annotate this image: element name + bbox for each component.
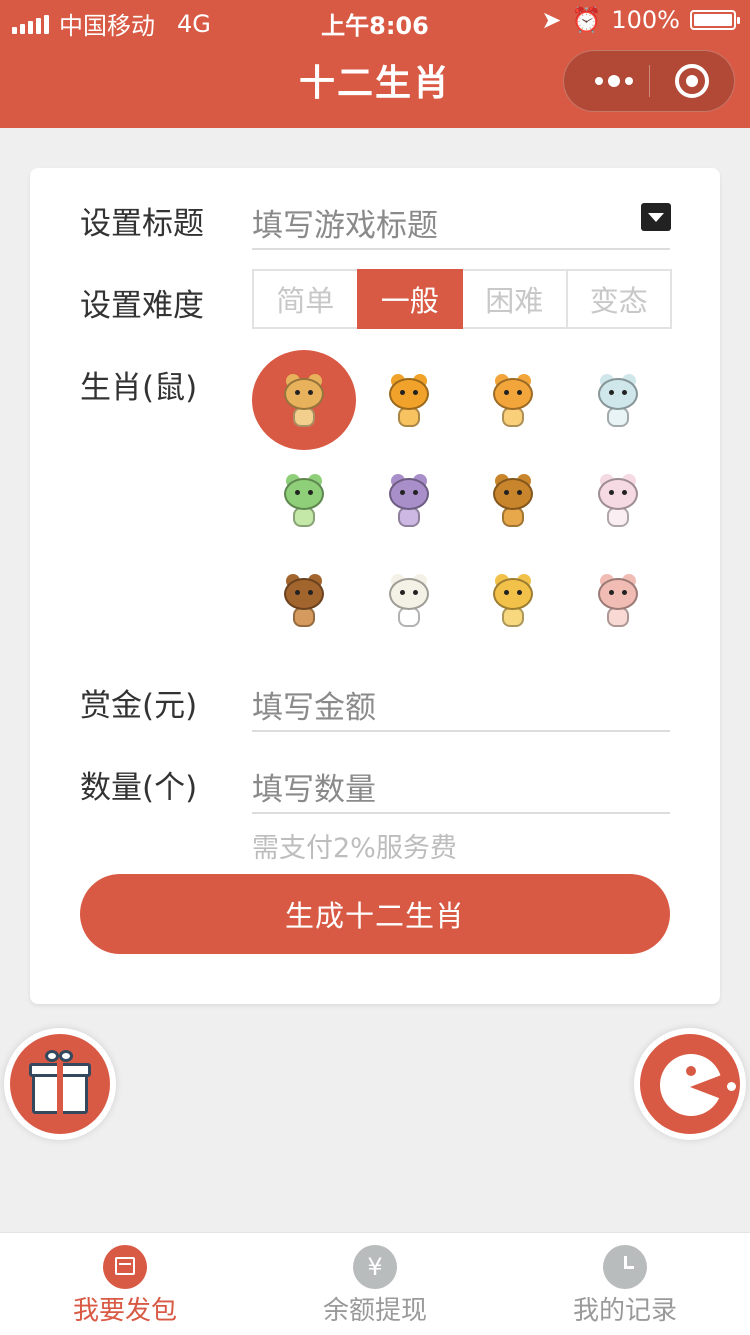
difficulty-option-hard[interactable]: 困难 xyxy=(461,269,568,329)
clock-icon xyxy=(603,1245,647,1289)
tab-send-packet[interactable]: 我要发包 xyxy=(0,1233,250,1335)
difficulty-selector: 简单 一般 困难 变态 xyxy=(252,269,672,329)
gift-button[interactable] xyxy=(4,1028,116,1140)
zodiac-option[interactable] xyxy=(461,350,565,450)
zodiac-option[interactable] xyxy=(566,450,670,550)
difficulty-option-normal[interactable]: 一般 xyxy=(356,269,463,329)
snake-icon xyxy=(385,472,433,528)
zodiac-label: 生肖(鼠) xyxy=(80,370,198,406)
zodiac-option[interactable] xyxy=(566,350,670,450)
status-bar: 中国移动 4G 上午8:06 ➤ ⏰ 100% xyxy=(0,0,750,40)
dog-icon xyxy=(489,572,537,628)
zodiac-option[interactable] xyxy=(357,550,461,650)
reward-input-underline xyxy=(252,730,670,732)
zodiac-option[interactable] xyxy=(357,350,461,450)
tab-label: 我要发包 xyxy=(72,1296,177,1326)
yen-icon: ¥ xyxy=(353,1245,397,1289)
title-input[interactable]: 填写游戏标题 xyxy=(252,200,438,245)
monkey-icon xyxy=(280,572,328,628)
tab-bar: 我要发包 ¥ 余额提现 我的记录 xyxy=(0,1232,750,1335)
battery-icon xyxy=(690,10,740,30)
tab-records[interactable]: 我的记录 xyxy=(500,1233,750,1335)
difficulty-option-extreme[interactable]: 变态 xyxy=(565,269,672,329)
dragon-icon xyxy=(280,472,328,528)
battery-percent: 100% xyxy=(611,6,680,34)
tab-withdraw[interactable]: ¥ 余额提现 xyxy=(250,1233,500,1335)
title-label: 设置标题 xyxy=(80,206,204,242)
ox-icon xyxy=(385,372,433,428)
reward-label: 赏金(元) xyxy=(80,688,198,724)
zodiac-option[interactable] xyxy=(252,350,356,450)
count-input[interactable]: 填写数量 xyxy=(252,764,376,809)
location-arrow-icon: ➤ xyxy=(541,6,562,34)
capsule-divider xyxy=(649,65,650,97)
count-input-underline xyxy=(252,812,670,814)
calendar-icon xyxy=(103,1245,147,1289)
horse-icon xyxy=(489,472,537,528)
rat-icon xyxy=(280,372,328,428)
alarm-icon: ⏰ xyxy=(571,6,602,34)
tiger-icon xyxy=(489,372,537,428)
dropdown-arrow-icon[interactable] xyxy=(641,203,671,231)
more-icon[interactable] xyxy=(584,51,644,111)
zodiac-option[interactable] xyxy=(252,550,356,650)
zodiac-option[interactable] xyxy=(252,450,356,550)
tab-label: 余额提现 xyxy=(322,1296,427,1326)
title-input-underline xyxy=(252,248,670,250)
zodiac-option[interactable] xyxy=(566,550,670,650)
navigation-bar: 十二生肖 xyxy=(0,40,750,128)
zodiac-option[interactable] xyxy=(461,450,565,550)
reward-input[interactable]: 填写金额 xyxy=(252,682,376,727)
tab-label: 我的记录 xyxy=(572,1296,677,1326)
difficulty-label: 设置难度 xyxy=(80,288,204,324)
rabbit-icon xyxy=(594,372,642,428)
rooster-icon xyxy=(385,572,433,628)
form-card: 设置标题 填写游戏标题 设置难度 简单 一般 困难 变态 生肖(鼠) 赏金(元)… xyxy=(30,168,720,1004)
mini-program-capsule xyxy=(563,50,735,112)
game-button[interactable] xyxy=(634,1028,746,1140)
pig-icon xyxy=(594,572,642,628)
zodiac-option[interactable] xyxy=(357,450,461,550)
difficulty-option-easy[interactable]: 简单 xyxy=(252,269,359,329)
gift-icon xyxy=(29,1063,91,1114)
fee-hint: 需支付2%服务费 xyxy=(252,833,457,864)
sheep-icon xyxy=(594,472,642,528)
pacman-icon xyxy=(660,1054,736,1116)
count-label: 数量(个) xyxy=(80,770,198,806)
generate-button[interactable]: 生成十二生肖 xyxy=(80,874,670,954)
zodiac-option[interactable] xyxy=(461,550,565,650)
close-target-icon[interactable] xyxy=(675,64,709,98)
